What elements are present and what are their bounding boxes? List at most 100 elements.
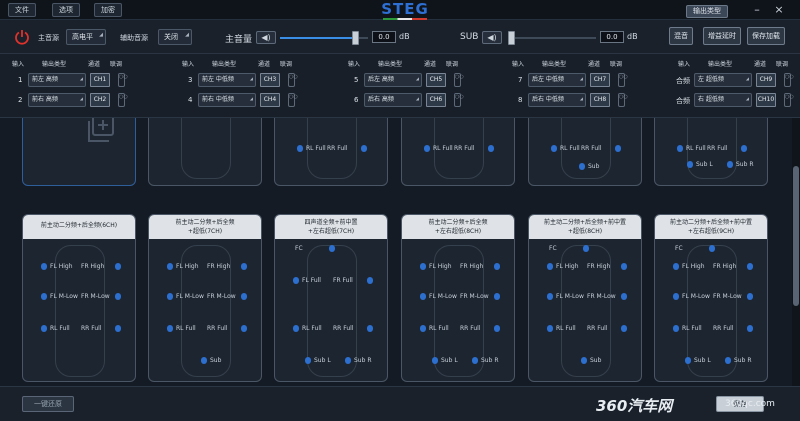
preset-card[interactable]: 前主动二分频+后全频 +左右超低(8CH) FL High FR High FL M-L… xyxy=(401,214,515,382)
channel-button[interactable]: CH10 xyxy=(756,93,776,107)
speaker-icon xyxy=(241,325,247,332)
mix-button[interactable]: 混音 xyxy=(669,27,693,45)
routing-header-input: 输入 xyxy=(182,61,195,68)
main-source-select[interactable]: 高电平 ◢ xyxy=(66,29,106,45)
routing-header-output_type: 输出类型 xyxy=(708,61,733,68)
add-preset-card[interactable] xyxy=(22,118,136,186)
preset-title: 前主动二分频+后全频 +左右超低(8CH) xyxy=(402,215,514,239)
routing-output-select[interactable]: 前右 高频 ◢ xyxy=(28,93,86,107)
routing-output-select[interactable]: 前左 中低频 ◢ xyxy=(198,73,256,87)
routing-output-select[interactable]: 后左 中低频 ◢ xyxy=(528,73,586,87)
power-icon[interactable] xyxy=(14,29,30,45)
link-icon[interactable]: ○○ xyxy=(454,73,464,87)
link-icon[interactable]: ○○ xyxy=(784,93,794,107)
minimize-icon[interactable]: – xyxy=(750,3,764,17)
close-icon[interactable]: × xyxy=(772,3,786,17)
channel-button[interactable]: CH3 xyxy=(260,73,280,87)
preset-card[interactable]: 前主动二分频+后全频+前中置 +左右超低(9CH) FC FL High FR High… xyxy=(654,214,768,382)
preset-card[interactable] xyxy=(148,118,262,186)
link-icon[interactable]: ○○ xyxy=(618,93,628,107)
speaker-label-fr-mlow: FR M-Low xyxy=(713,293,742,300)
watermark-logo: 360汽车网 xyxy=(596,397,673,415)
main-source-value: 高电平 xyxy=(72,33,93,41)
routing-output-select[interactable]: 左 超低频 ◢ xyxy=(694,73,752,87)
sub-mute-button[interactable]: ◀) xyxy=(482,31,502,44)
preset-title: 前主动二分频+后全频 +超低(7CH) xyxy=(149,215,261,239)
link-icon[interactable]: ○○ xyxy=(118,73,128,87)
speaker-icon xyxy=(621,325,627,332)
routing-header-output_type: 输出类型 xyxy=(42,61,67,68)
speaker-icon xyxy=(741,145,747,152)
preset-scrollbar[interactable] xyxy=(792,118,800,386)
dropdown-caret-icon: ◢ xyxy=(79,96,83,101)
preset-card[interactable]: 四声道全频+前中置 +左右超低(7CH) FC FL Full FR Full RL Fu… xyxy=(274,214,388,382)
link-icon[interactable]: ○○ xyxy=(288,93,298,107)
routing-header-channel: 通道 xyxy=(588,61,601,68)
link-icon[interactable]: ○○ xyxy=(288,73,298,87)
preset-card[interactable]: RL Full RR Full Sub L Sub R xyxy=(654,118,768,186)
main-volume-slider[interactable] xyxy=(280,31,368,45)
preset-title-line1: 前主动二分频+后全频+前中置 xyxy=(543,219,627,226)
preset-card[interactable]: RL Full RR Full Sub xyxy=(528,118,642,186)
preset-card[interactable]: 前主动二分频+后全频 +超低(7CH) FL High FR High FL M-Low… xyxy=(148,214,262,382)
channel-button[interactable]: CH8 xyxy=(590,93,610,107)
menu-encrypt[interactable]: 加密 xyxy=(94,3,122,17)
channel-button[interactable]: CH2 xyxy=(90,93,110,107)
preset-card[interactable]: 前主动二分频+后全频(6CH) FL High FR High FL M-Low FR … xyxy=(22,214,136,382)
routing-output-select[interactable]: 前左 高频 ◢ xyxy=(28,73,86,87)
main-volume-value[interactable]: 0.0 xyxy=(372,31,396,43)
speaker-label-fr-mlow: FR M-Low xyxy=(207,293,236,300)
routing-header-channel: 通道 xyxy=(258,61,271,68)
save-load-button[interactable]: 保存加载 xyxy=(747,27,785,45)
reset-button[interactable]: 一键还原 xyxy=(22,396,74,412)
preset-title-line2: +左右超低(9CH) xyxy=(687,228,735,235)
main-volume-mute-button[interactable]: ◀) xyxy=(256,31,276,44)
aux-source-select[interactable]: 关闭 ◢ xyxy=(158,29,192,45)
speaker-label-rr-full: RR Full xyxy=(713,325,734,332)
speaker-label-rr-full: RR Full xyxy=(333,325,354,332)
link-icon[interactable]: ○○ xyxy=(784,73,794,87)
channel-button[interactable]: CH1 xyxy=(90,73,110,87)
gain-delay-button[interactable]: 增益延时 xyxy=(703,27,741,45)
channel-button[interactable]: CH9 xyxy=(756,73,776,87)
preset-title: 前主动二分频+后全频+前中置 +左右超低(9CH) xyxy=(655,215,767,239)
dropdown-caret-icon: ◢ xyxy=(579,76,583,81)
sub-thumb[interactable] xyxy=(508,31,515,45)
channel-button[interactable]: CH4 xyxy=(260,93,280,107)
link-icon[interactable]: ○○ xyxy=(618,73,628,87)
menu-file[interactable]: 文件 xyxy=(8,3,36,17)
dsp-tuning-app: { "menu":{"file":"文件","options":"选项","en… xyxy=(0,0,800,421)
routing-output-value: 左 超低频 xyxy=(698,76,724,83)
speaker-label-fc: FC xyxy=(295,245,303,252)
routing-output-select[interactable]: 前右 中低频 ◢ xyxy=(198,93,256,107)
main-volume-thumb[interactable] xyxy=(351,31,359,45)
link-icon[interactable]: ○○ xyxy=(118,93,128,107)
sub-unit: dB xyxy=(627,32,638,41)
speaker-icon xyxy=(687,161,693,168)
preset-card[interactable]: RL Full RR Full xyxy=(401,118,515,186)
output-type-button[interactable]: 输出类型 xyxy=(686,5,728,18)
menu-options[interactable]: 选项 xyxy=(52,3,80,17)
speaker-label-rl-full: RL Full xyxy=(50,325,70,332)
speaker-icon xyxy=(673,293,679,300)
preset-title-line1: 前主动二分频+后全频 xyxy=(175,219,235,226)
channel-button[interactable]: CH6 xyxy=(426,93,446,107)
speaker-icon xyxy=(293,325,299,332)
routing-output-select[interactable]: 后左 高频 ◢ xyxy=(364,73,422,87)
preset-card[interactable]: 前主动二分频+后全频+前中置 +超低(8CH) FC FL High FR High FL… xyxy=(528,214,642,382)
preset-card[interactable]: RL Full RR Full xyxy=(274,118,388,186)
routing-output-select[interactable]: 后右 中低频 ◢ xyxy=(528,93,586,107)
link-icon[interactable]: ○○ xyxy=(454,93,464,107)
speaker-label-fr-mlow: FR M-Low xyxy=(587,293,616,300)
preset-title: 四声道全频+前中置 +左右超低(7CH) xyxy=(275,215,387,239)
routing-output-select[interactable]: 后右 高频 ◢ xyxy=(364,93,422,107)
channel-button[interactable]: CH5 xyxy=(426,73,446,87)
routing-output-select[interactable]: 右 超低频 ◢ xyxy=(694,93,752,107)
scrollbar-thumb[interactable] xyxy=(793,166,799,306)
speaker-icon xyxy=(41,325,47,332)
channel-button[interactable]: CH7 xyxy=(590,73,610,87)
sub-value[interactable]: 0.0 xyxy=(600,31,624,43)
speaker-icon xyxy=(241,293,247,300)
routing-header-link: 联调 xyxy=(776,61,789,68)
sub-slider[interactable] xyxy=(508,31,596,45)
